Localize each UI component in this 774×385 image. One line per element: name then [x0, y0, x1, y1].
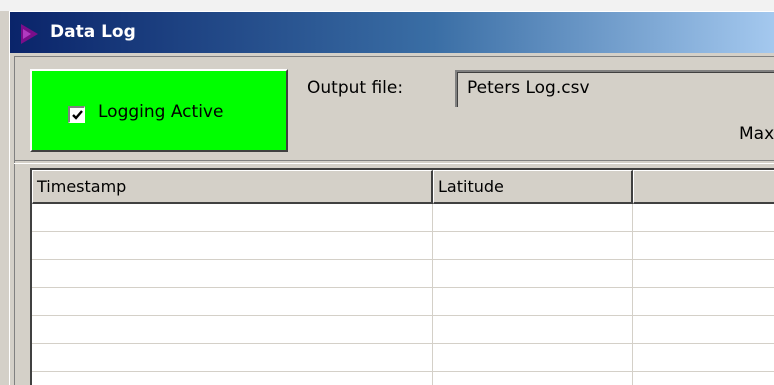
cell-latitude: [433, 316, 633, 344]
column-header-latitude[interactable]: Latitude: [433, 170, 633, 204]
cell-timestamp: [32, 372, 433, 385]
logging-status-panel: Logging Active: [30, 69, 288, 152]
play-triangle-inner-icon: [23, 29, 31, 39]
cell-timestamp: [32, 204, 433, 232]
cell-latitude: [433, 288, 633, 316]
title-bar[interactable]: Data Log: [10, 12, 774, 53]
cell-extra: [633, 288, 774, 316]
cell-timestamp: [32, 344, 433, 372]
window-title: Data Log: [50, 22, 136, 42]
data-log-grid[interactable]: Timestamp Latitude: [30, 168, 774, 385]
section-divider: [14, 160, 774, 164]
top-strip: [0, 0, 774, 11]
cell-extra: [633, 204, 774, 232]
cell-extra: [633, 260, 774, 288]
table-row[interactable]: [32, 204, 774, 232]
column-header-timestamp[interactable]: Timestamp: [32, 170, 433, 204]
data-log-window: Data Log Logging Active Output file: Pet…: [0, 0, 774, 385]
table-row[interactable]: [32, 232, 774, 260]
checkmark-icon: [72, 110, 83, 120]
table-row[interactable]: [32, 260, 774, 288]
max-label: Max: [739, 124, 774, 144]
logging-active-checkbox[interactable]: [68, 106, 85, 123]
logging-active-label[interactable]: Logging Active: [98, 102, 223, 122]
output-file-label: Output file:: [307, 78, 404, 98]
cell-timestamp: [32, 316, 433, 344]
cell-timestamp: [32, 260, 433, 288]
cell-latitude: [433, 260, 633, 288]
table-row[interactable]: [32, 372, 774, 385]
grid-header-row: Timestamp Latitude: [32, 170, 774, 204]
table-row[interactable]: [32, 316, 774, 344]
column-header-extra[interactable]: [633, 170, 774, 204]
cell-extra: [633, 316, 774, 344]
cell-extra: [633, 372, 774, 385]
cell-extra: [633, 232, 774, 260]
table-row[interactable]: [32, 288, 774, 316]
table-row[interactable]: [32, 344, 774, 372]
cell-latitude: [433, 204, 633, 232]
cell-timestamp: [32, 288, 433, 316]
cell-latitude: [433, 344, 633, 372]
output-file-value: Peters Log.csv: [467, 78, 590, 98]
cell-timestamp: [32, 232, 433, 260]
cell-extra: [633, 344, 774, 372]
cell-latitude: [433, 372, 633, 385]
output-file-field[interactable]: Peters Log.csv: [455, 70, 774, 107]
cell-latitude: [433, 232, 633, 260]
